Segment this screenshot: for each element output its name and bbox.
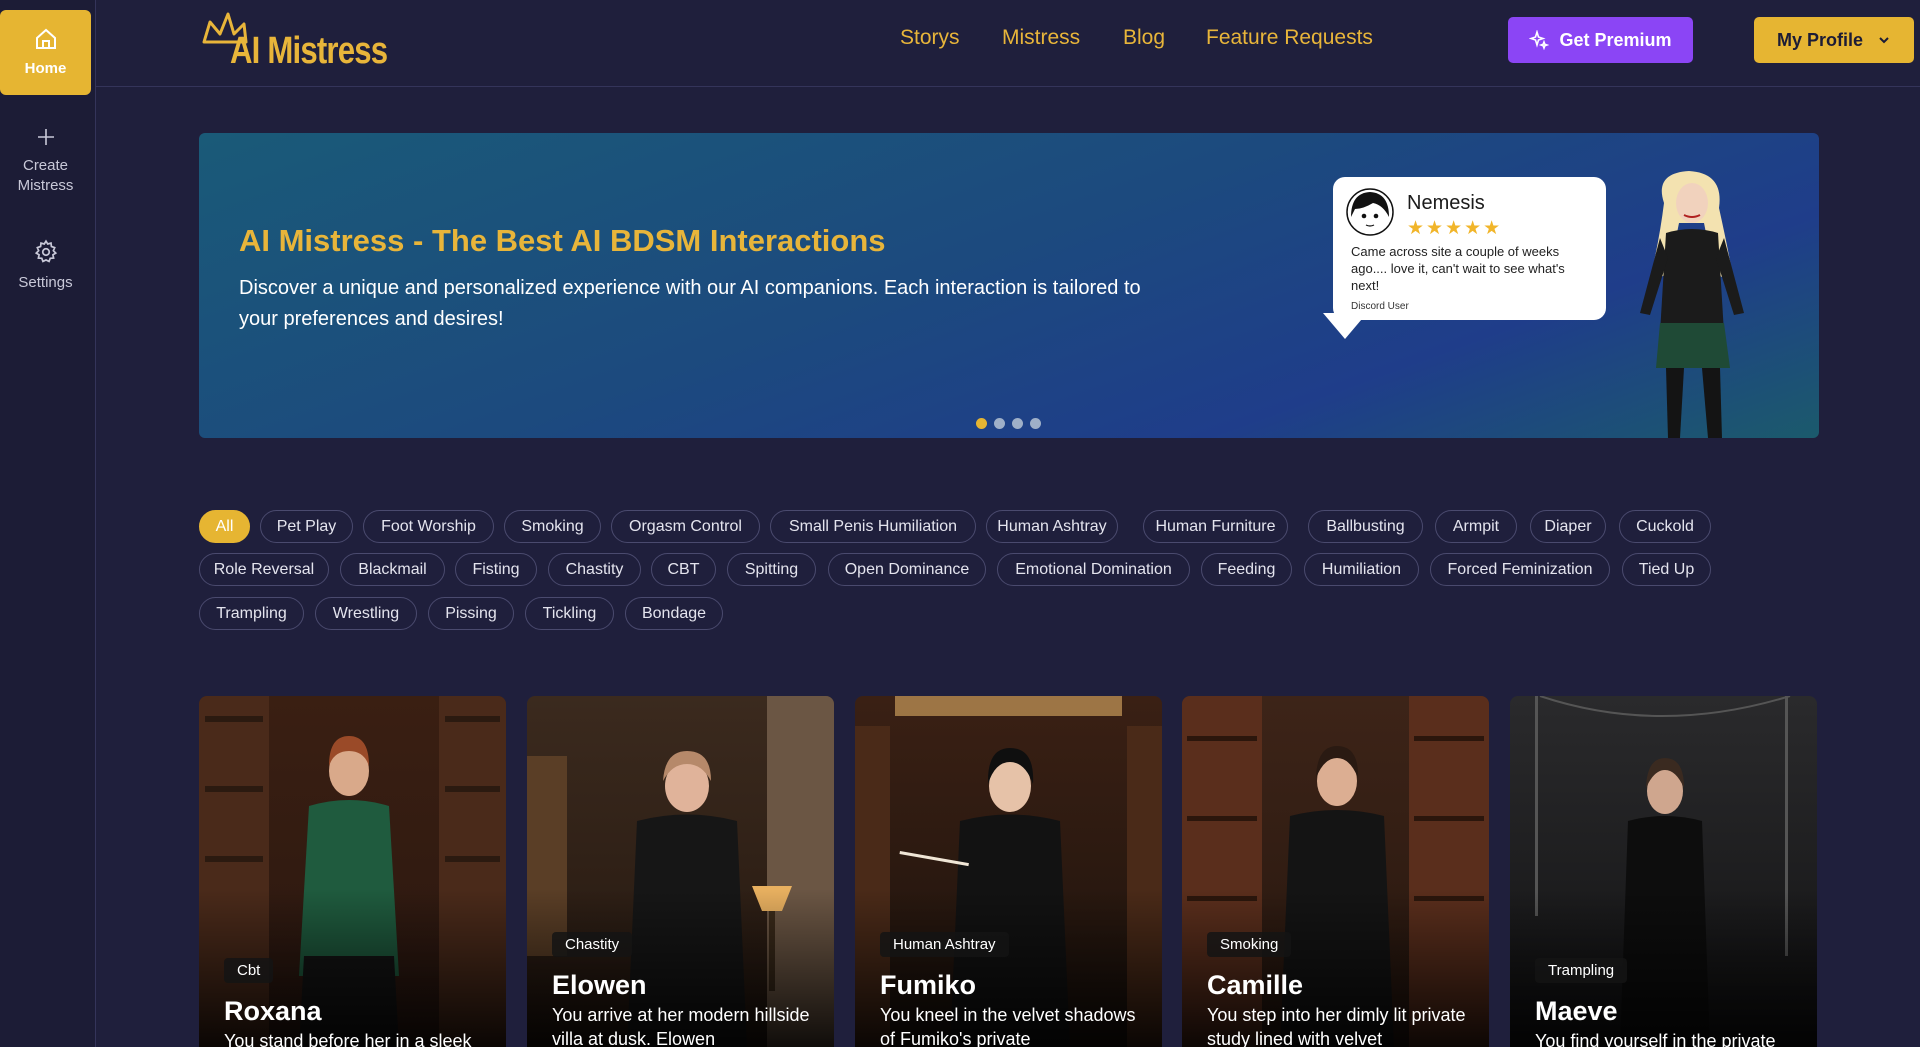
my-profile-label: My Profile <box>1776 29 1864 50</box>
card-tag-badge: Human Ashtray <box>880 932 1009 957</box>
sidebar-item-settings[interactable]: Settings <box>0 236 91 296</box>
card-tag-badge: Trampling <box>1535 958 1628 983</box>
review-card: Nemesis ★★★★★ Came across site a couple … <box>1333 177 1606 320</box>
card-overlay <box>199 696 506 1047</box>
sidebar-item-label: Create Mistress <box>17 157 74 194</box>
my-profile-button[interactable]: My Profile <box>1754 17 1914 63</box>
tag-forced-feminization[interactable]: Forced Feminization <box>1430 553 1610 586</box>
carousel-dot[interactable] <box>976 418 987 429</box>
sidebar-item-label: Home <box>24 59 67 77</box>
gear-icon <box>34 239 57 263</box>
card-tag-badge: Chastity <box>552 932 633 957</box>
card-description: You arrive at her modern hillside villa … <box>552 1005 810 1047</box>
tag-tickling[interactable]: Tickling <box>525 597 614 630</box>
sidebar: Home Create Mistress Settings <box>0 0 96 1047</box>
tag-emotional-domination[interactable]: Emotional Domination <box>997 553 1190 586</box>
tag-armpit[interactable]: Armpit <box>1435 510 1517 543</box>
card-description: You kneel in the velvet shadows of Fumik… <box>880 1005 1136 1047</box>
tag-smoking[interactable]: Smoking <box>504 510 601 543</box>
tag-all[interactable]: All <box>199 510 250 543</box>
reviewer-source: Discord User <box>1351 301 1409 312</box>
card-name: Roxana <box>224 996 322 1026</box>
tag-trampling[interactable]: Trampling <box>199 597 304 630</box>
character-card[interactable]: Cbt Roxana You stand before her in a sle… <box>199 696 506 1047</box>
banner-title: AI Mistress - The Best AI BDSM Interacti… <box>239 223 886 258</box>
tag-feeding[interactable]: Feeding <box>1201 553 1292 586</box>
character-card[interactable]: Human Ashtray Fumiko You kneel in the ve… <box>855 696 1162 1047</box>
tag-fisting[interactable]: Fisting <box>455 553 537 586</box>
home-icon <box>35 28 56 49</box>
rating-stars: ★★★★★ <box>1407 218 1503 239</box>
card-name: Camille <box>1207 970 1304 1000</box>
card-description: You step into her dimly lit private stud… <box>1207 1005 1466 1047</box>
carousel-dot[interactable] <box>994 418 1005 429</box>
tag-spitting[interactable]: Spitting <box>727 553 816 586</box>
tag-tied-up[interactable]: Tied Up <box>1622 553 1711 586</box>
tag-foot-worship[interactable]: Foot Worship <box>363 510 494 543</box>
tag-humiliation[interactable]: Humiliation <box>1304 553 1419 586</box>
tag-wrestling[interactable]: Wrestling <box>315 597 417 630</box>
nav-mistress[interactable]: Mistress <box>1002 26 1080 50</box>
nav-feature-requests[interactable]: Feature Requests <box>1206 26 1373 50</box>
card-tag-badge: Cbt <box>224 958 274 983</box>
plus-icon <box>37 129 54 145</box>
tag-chastity[interactable]: Chastity <box>548 553 641 586</box>
sidebar-item-label: Settings <box>18 274 73 291</box>
carousel-dot[interactable] <box>1012 418 1023 429</box>
logo-text: AI Mistress <box>230 30 388 72</box>
card-description: You find yourself in the private <box>1535 1031 1776 1047</box>
card-description: You stand before her in a sleek <box>224 1031 472 1047</box>
reviewer-name: Nemesis <box>1407 192 1485 214</box>
reviewer-avatar <box>1346 188 1394 236</box>
card-name: Fumiko <box>880 970 977 1000</box>
tag-human-furniture[interactable]: Human Furniture <box>1143 510 1288 543</box>
tag-bondage[interactable]: Bondage <box>625 597 723 630</box>
tag-blackmail[interactable]: Blackmail <box>340 553 445 586</box>
tag-human-ashtray[interactable]: Human Ashtray <box>986 510 1118 543</box>
header: AI Mistress Storys Mistress Blog Feature… <box>96 0 1920 87</box>
nav-storys[interactable]: Storys <box>900 26 960 50</box>
sidebar-item-create-mistress[interactable]: Create Mistress <box>0 118 91 204</box>
get-premium-button[interactable]: Get Premium <box>1508 17 1693 63</box>
card-overlay <box>1510 696 1817 1047</box>
card-name: Elowen <box>552 970 647 1000</box>
sparkle-icon <box>1529 30 1550 50</box>
character-card[interactable]: Chastity Elowen You arrive at her modern… <box>527 696 834 1047</box>
sidebar-item-home[interactable]: Home <box>0 10 91 95</box>
carousel-dot[interactable] <box>1030 418 1041 429</box>
carousel-dots <box>976 418 1041 429</box>
card-name: Maeve <box>1535 996 1618 1026</box>
tag-pissing[interactable]: Pissing <box>428 597 514 630</box>
tag-ballbusting[interactable]: Ballbusting <box>1308 510 1423 543</box>
mistress-illustration <box>1640 171 1744 438</box>
review-text: Came across site a couple of weeks ago..… <box>1351 244 1565 293</box>
tag-role-reversal[interactable]: Role Reversal <box>199 553 329 586</box>
tag-orgasm-control[interactable]: Orgasm Control <box>611 510 760 543</box>
logo[interactable]: AI Mistress <box>200 12 400 74</box>
nav-blog[interactable]: Blog <box>1123 26 1165 50</box>
hero-banner: AI Mistress - The Best AI BDSM Interacti… <box>199 133 1819 438</box>
tag-pet-play[interactable]: Pet Play <box>260 510 353 543</box>
banner-description: Discover a unique and personalized exper… <box>239 277 1141 330</box>
review-bubble-tail <box>1323 313 1367 339</box>
character-card[interactable]: Smoking Camille You step into her dimly … <box>1182 696 1489 1047</box>
chevron-down-icon <box>1879 37 1889 44</box>
character-card[interactable]: Trampling Maeve You find yourself in the… <box>1510 696 1817 1047</box>
tag-small-penis-humiliation[interactable]: Small Penis Humiliation <box>770 510 976 543</box>
get-premium-label: Get Premium <box>1559 29 1672 50</box>
tag-cuckold[interactable]: Cuckold <box>1619 510 1711 543</box>
tag-cbt[interactable]: CBT <box>651 553 716 586</box>
card-tag-badge: Smoking <box>1207 932 1292 957</box>
tag-open-dominance[interactable]: Open Dominance <box>828 553 986 586</box>
tag-diaper[interactable]: Diaper <box>1530 510 1606 543</box>
